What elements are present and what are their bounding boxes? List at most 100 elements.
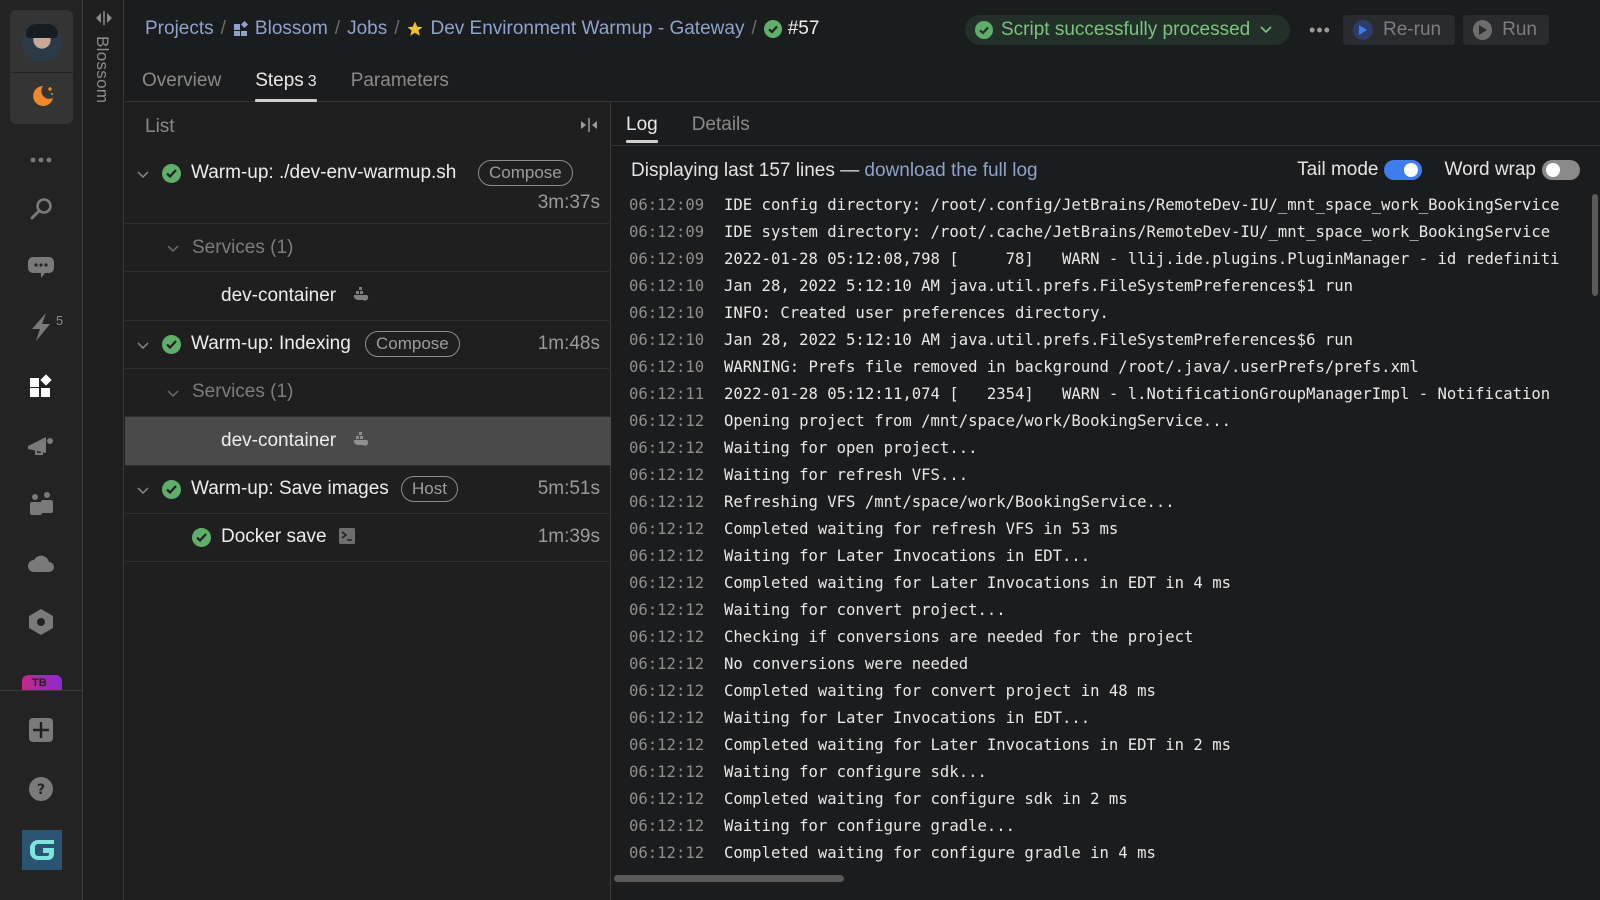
download-log-link[interactable]: download the full log <box>864 160 1037 181</box>
run-button[interactable]: Run <box>1463 15 1549 45</box>
more-icon[interactable] <box>24 143 58 177</box>
log-timestamp: 06:12:12 <box>629 601 705 619</box>
log-timestamp: 06:12:12 <box>629 709 705 727</box>
log-message: 2022-01-28 05:12:11,074 [ 2354] WARN - l… <box>724 385 1551 403</box>
log-timestamp: 06:12:12 <box>629 655 705 673</box>
word-wrap-toggle[interactable] <box>1542 160 1580 180</box>
log-line: 06:12:12 No conversions were needed <box>629 651 1580 678</box>
chevron-down-icon[interactable] <box>167 242 179 254</box>
log-message: Completed waiting for configure sdk in 2… <box>724 790 1128 808</box>
lightning-icon[interactable] <box>24 310 58 344</box>
team-icon[interactable] <box>24 487 58 521</box>
rerun-label: Re-run <box>1383 19 1442 40</box>
log-line: 06:12:10 Jan 28, 2022 5:12:10 AM java.uti… <box>629 327 1580 354</box>
log-line: 06:12:10 WARNING: Prefs file removed in b… <box>629 354 1580 381</box>
service-row[interactable]: dev-container <box>125 272 611 321</box>
breadcrumb-job[interactable]: Dev Environment Warmup - Gateway <box>430 18 744 40</box>
status-dropdown[interactable]: Script successfully processed <box>965 15 1291 45</box>
step-row[interactable]: Warm-up: Save images Host 5m:51s <box>125 466 611 514</box>
tab-details[interactable]: Details <box>692 114 750 142</box>
log-line: 06:12:12 Checking if conversions are need… <box>629 624 1580 651</box>
log-message: Waiting for Later Invocations in EDT... <box>724 547 1091 565</box>
success-check-icon <box>975 21 993 39</box>
avatar[interactable] <box>22 22 62 62</box>
collapse-sidebar-icon[interactable] <box>94 10 114 26</box>
log-message: Jan 28, 2022 5:12:10 AM java.util.prefs.… <box>724 331 1354 349</box>
chevron-down-icon[interactable] <box>137 339 149 351</box>
log-message: Waiting for configure sdk... <box>724 763 987 781</box>
collapse-panel-icon[interactable] <box>578 116 600 134</box>
page-header: Projects / Blossom / Jobs / Dev Environm… <box>125 0 1600 102</box>
log-line: 06:12:12 Waiting for configure sdk... <box>629 759 1580 786</box>
tail-mode-toggle[interactable] <box>1384 160 1423 180</box>
breadcrumb-project[interactable]: Blossom <box>255 18 328 40</box>
log-message: IDE config directory: /root/.config/JetB… <box>724 196 1560 214</box>
tab-log[interactable]: Log <box>626 114 658 143</box>
chevron-down-icon[interactable] <box>167 387 179 399</box>
substep-row[interactable]: Docker save 1m:39s <box>125 514 611 562</box>
step-type-tag: Compose <box>478 160 573 186</box>
tab-parameters[interactable]: Parameters <box>351 70 449 101</box>
rerun-button[interactable]: Re-run <box>1343 15 1455 45</box>
log-message: Completed waiting for Later Invocations … <box>724 736 1231 754</box>
cloud-icon[interactable] <box>24 546 58 580</box>
chevron-down-icon[interactable] <box>137 168 149 180</box>
page-tabs: Overview Steps 3 Parameters <box>142 70 449 102</box>
project-strip: Blossom <box>84 0 124 900</box>
docker-icon <box>353 432 369 446</box>
log-message: Completed waiting for configure gradle i… <box>724 844 1156 862</box>
breadcrumb-projects[interactable]: Projects <box>145 18 214 40</box>
status-text: Script successfully processed <box>1001 19 1251 40</box>
log-timestamp: 06:12:12 <box>629 790 705 808</box>
step-row[interactable]: Warm-up: Indexing Compose 1m:48s <box>125 321 611 369</box>
megaphone-icon[interactable] <box>24 428 58 462</box>
help-icon[interactable]: ? <box>24 772 58 806</box>
log-message: Checking if conversions are needed for t… <box>724 628 1194 646</box>
search-icon[interactable] <box>24 192 58 226</box>
breadcrumb: Projects / Blossom / Jobs / Dev Environm… <box>145 18 819 40</box>
app-logo[interactable] <box>22 830 62 870</box>
tab-steps[interactable]: Steps 3 <box>255 70 317 102</box>
tabs-divider <box>612 145 1600 146</box>
success-check-icon <box>162 480 181 499</box>
log-tabs: Log Details <box>626 114 750 143</box>
log-line: 06:12:09 IDE config directory: /root/.con… <box>629 192 1580 219</box>
log-line: 06:12:12 Opening project from /mnt/space/… <box>629 408 1580 435</box>
services-row[interactable]: Services (1) <box>125 369 611 417</box>
settings-hex-icon[interactable] <box>24 605 58 639</box>
log-message: Waiting for convert project... <box>724 601 1006 619</box>
packages-icon[interactable] <box>24 369 58 403</box>
project-name-vertical[interactable]: Blossom <box>92 36 112 103</box>
service-row-selected[interactable]: dev-container <box>125 417 611 466</box>
log-options: Tail mode Word wrap <box>1297 159 1580 181</box>
steps-list-pane: List Warm-up: ./dev-env-warmup.sh Compos… <box>125 102 611 900</box>
tail-mode-label: Tail mode <box>1297 159 1379 180</box>
services-label: Services (1) <box>192 237 294 258</box>
tab-overview[interactable]: Overview <box>142 70 221 101</box>
star-icon[interactable] <box>406 20 424 38</box>
log-line: 06:12:12 Completed waiting for configure … <box>629 840 1580 867</box>
step-row[interactable]: Warm-up: ./dev-env-warmup.sh Compose 3m:… <box>125 148 611 224</box>
log-info-text: Displaying last 157 lines — <box>631 160 865 181</box>
toolbox-tile[interactable]: TB <box>22 675 62 690</box>
log-output: 06:12:09 IDE config directory: /root/.con… <box>629 192 1580 872</box>
log-timestamp: 06:12:11 <box>629 385 705 403</box>
vertical-scrollbar[interactable] <box>1592 194 1598 296</box>
log-timestamp: 06:12:12 <box>629 439 705 457</box>
log-message: Completed waiting for convert project in… <box>724 682 1156 700</box>
moon-icon[interactable] <box>30 83 56 109</box>
services-row[interactable]: Services (1) <box>125 224 611 272</box>
chevron-down-icon[interactable] <box>137 484 149 496</box>
horizontal-scrollbar[interactable] <box>614 875 844 882</box>
log-timestamp: 06:12:12 <box>629 466 705 484</box>
substep-title: Docker save <box>221 526 327 547</box>
breadcrumb-jobs[interactable]: Jobs <box>347 18 387 40</box>
log-line: 06:12:12 Waiting for configure gradle... <box>629 813 1580 840</box>
log-line: 06:12:09 IDE system directory: /root/.cac… <box>629 219 1580 246</box>
substep-duration: 1m:39s <box>537 526 600 547</box>
play-icon <box>1473 20 1493 40</box>
add-icon[interactable] <box>24 713 58 747</box>
more-actions-button[interactable]: ••• <box>1305 16 1335 44</box>
chat-icon[interactable] <box>24 251 58 285</box>
log-line: 06:12:12 Waiting for open project... <box>629 435 1580 462</box>
